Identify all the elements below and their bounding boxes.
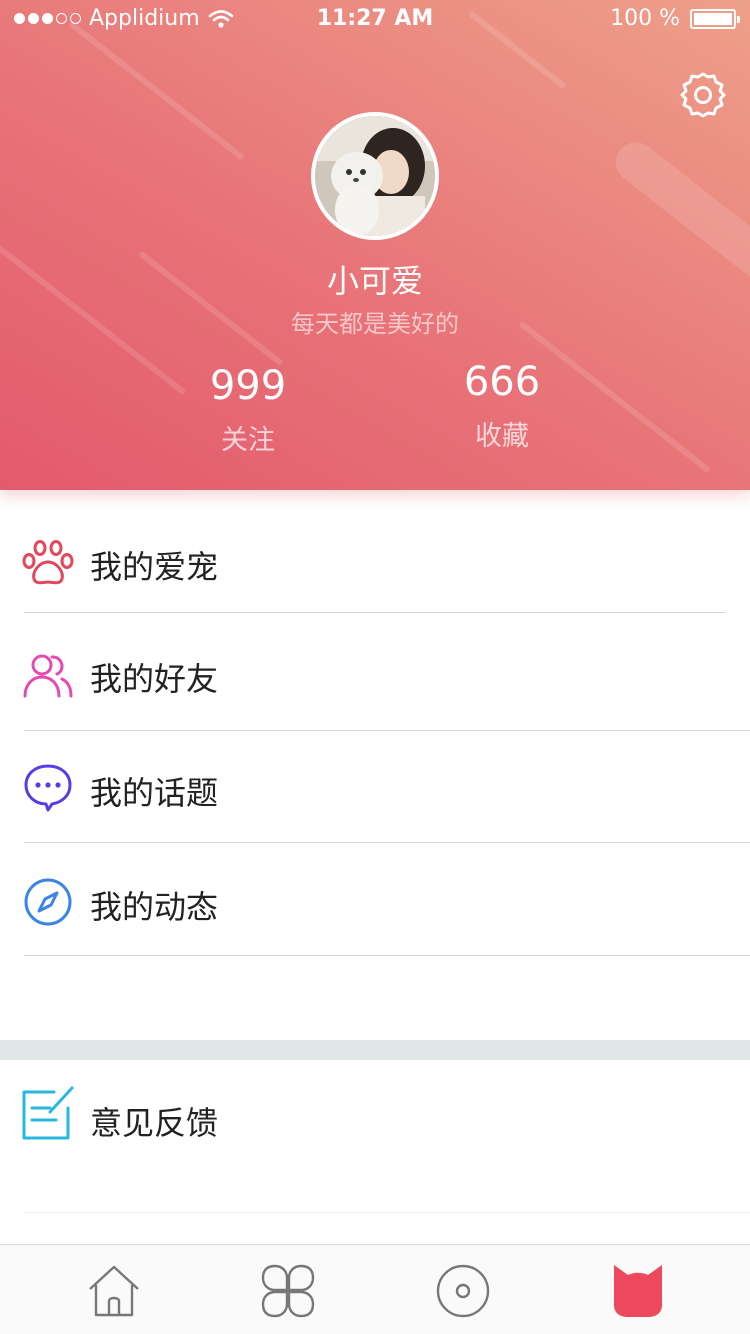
settings-button[interactable] <box>678 70 728 120</box>
avatar[interactable] <box>311 112 439 240</box>
stat-value: 999 <box>209 363 287 409</box>
battery-icon <box>690 8 740 29</box>
menu-label: 我的好友 <box>90 660 219 698</box>
stat-label: 收藏 <box>475 421 529 452</box>
compass-icon <box>24 878 72 926</box>
divider <box>24 730 750 731</box>
stat-value: 666 <box>463 359 541 405</box>
stat-favorites[interactable]: 666 收藏 <box>402 358 602 453</box>
disc-icon <box>436 1264 490 1318</box>
menu-item-my-moments[interactable]: 我的动态 <box>0 846 750 956</box>
menu-item-my-topics[interactable]: 我的话题 <box>0 734 750 844</box>
stat-label: 关注 <box>221 425 275 456</box>
menu-label: 我的话题 <box>90 774 219 812</box>
status-bar: Applidium 11:27 AM 100 % <box>0 0 750 40</box>
avatar-photo <box>315 116 435 236</box>
tab-discover[interactable] <box>433 1261 493 1321</box>
battery-percent: 100 % <box>610 6 680 31</box>
grid-icon <box>261 1264 315 1318</box>
menu-item-my-pets[interactable]: 我的爱宠 <box>0 508 750 618</box>
user-motto: 每天都是美好的 <box>291 310 459 338</box>
menu-label: 我的爱宠 <box>90 548 219 586</box>
chat-bubble-icon <box>24 764 72 812</box>
feedback-edit-icon <box>22 1086 74 1140</box>
profile-header: Applidium 11:27 AM 100 % 小可爱 每天都是美好的 999… <box>0 0 750 490</box>
paw-icon <box>22 540 74 585</box>
divider <box>24 1212 750 1213</box>
tab-mine[interactable] <box>608 1261 668 1321</box>
divider <box>24 842 750 843</box>
friends-icon <box>23 654 73 698</box>
tab-categories[interactable] <box>258 1261 318 1321</box>
divider <box>24 612 726 613</box>
gear-icon <box>680 72 726 118</box>
user-name: 小可爱 <box>326 262 423 300</box>
menu-item-my-friends[interactable]: 我的好友 <box>0 620 750 730</box>
decor-streak <box>68 20 246 161</box>
cat-head-icon <box>614 1265 662 1317</box>
menu-label: 意见反馈 <box>90 1104 219 1142</box>
section-gap <box>0 1040 750 1060</box>
tab-home[interactable] <box>84 1261 144 1321</box>
menu-item-feedback[interactable]: 意见反馈 <box>0 1060 750 1210</box>
home-icon <box>89 1265 139 1317</box>
stat-following[interactable]: 999 关注 <box>148 362 348 457</box>
divider <box>24 955 750 956</box>
menu-label: 我的动态 <box>90 888 219 926</box>
tab-bar <box>0 1244 750 1334</box>
